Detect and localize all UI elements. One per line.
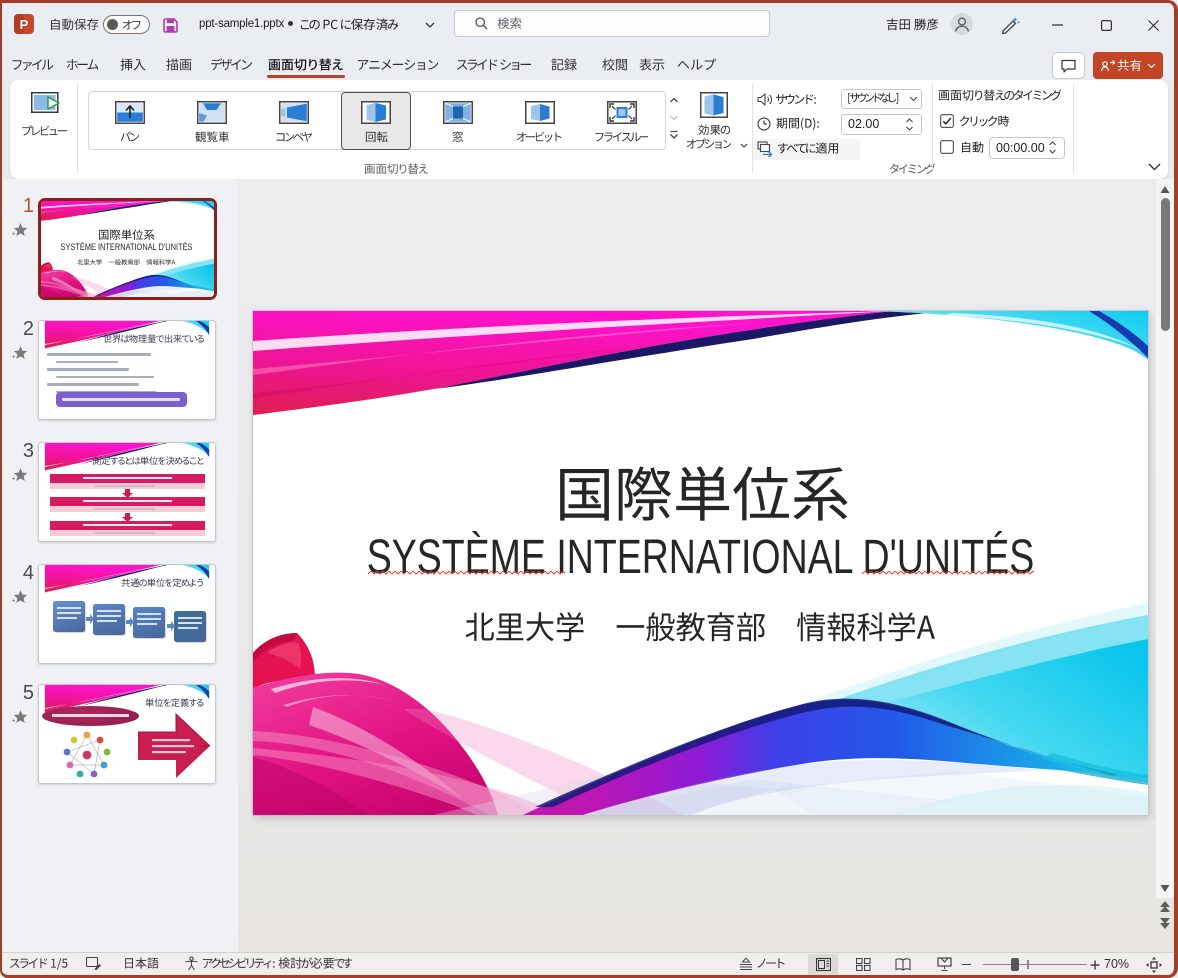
svg-text:P: P: [20, 17, 29, 32]
